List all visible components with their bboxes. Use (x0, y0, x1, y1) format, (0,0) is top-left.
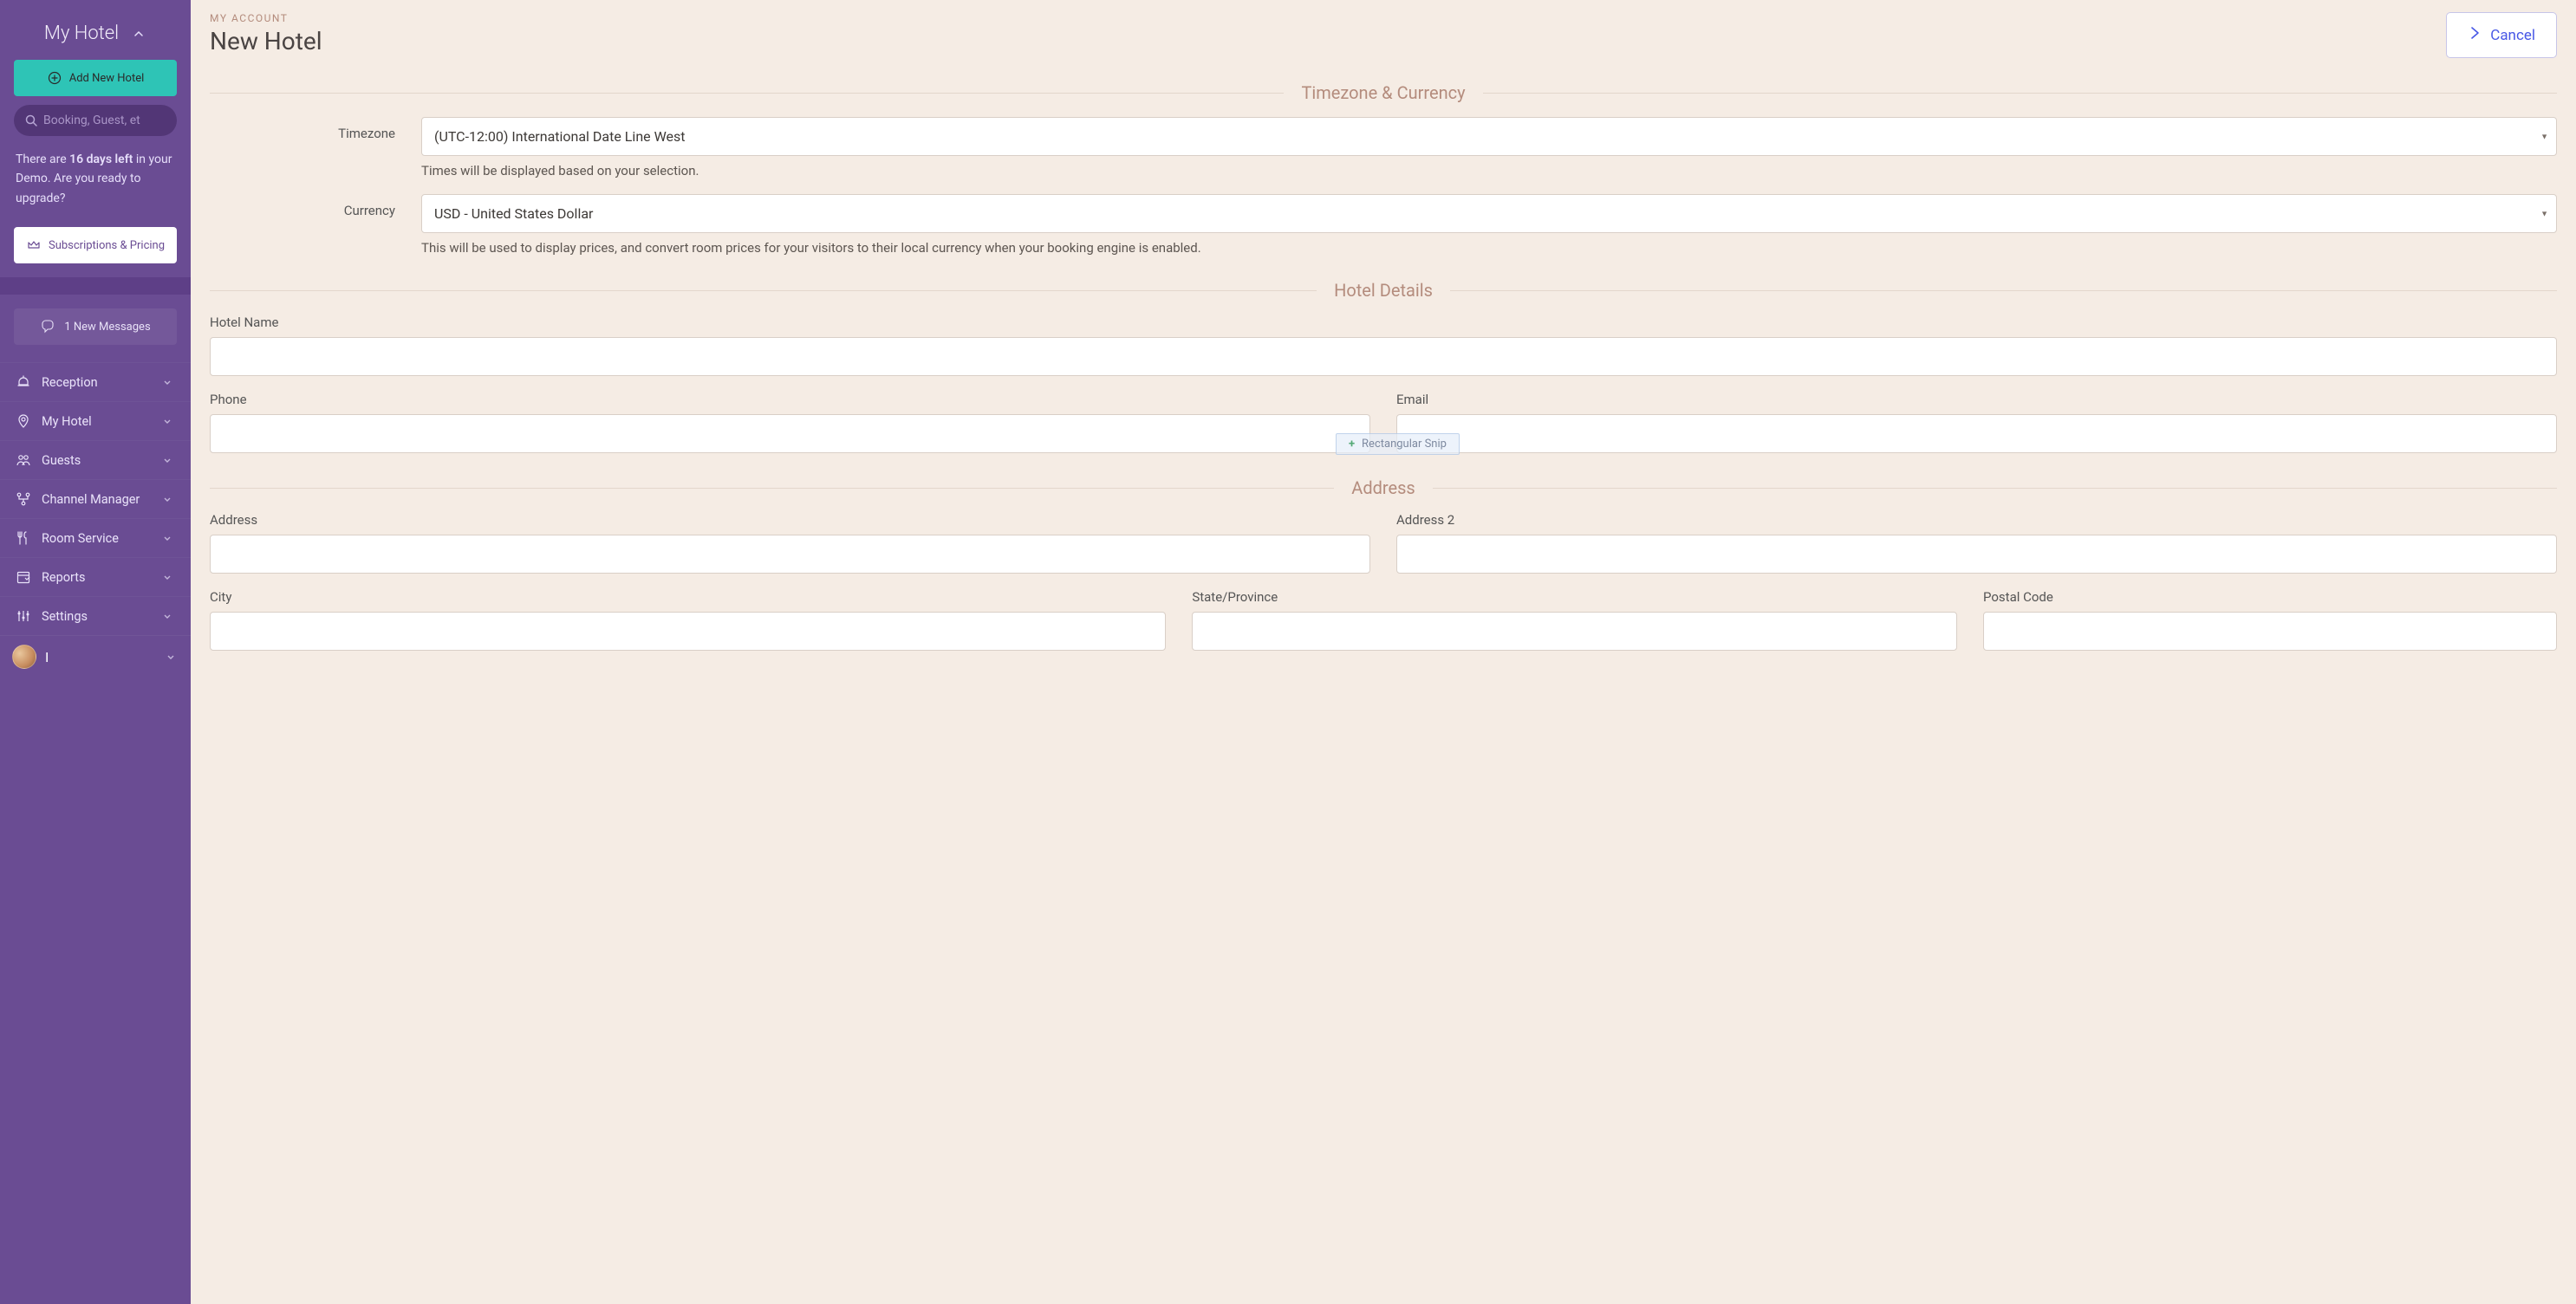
nav-list: Reception My Hotel Guests Channel Manage… (0, 362, 191, 635)
section-heading-hotel-details: Hotel Details (210, 280, 2557, 301)
pin-icon (16, 413, 31, 429)
sidebar: My Hotel Add New Hotel There are 16 days… (0, 0, 191, 1304)
snip-label: Rectangular Snip (1362, 438, 1447, 451)
search-icon (24, 113, 38, 128)
email-input[interactable] (1396, 414, 2557, 453)
section-heading-address: Address (210, 477, 2557, 498)
address2-input[interactable] (1396, 535, 2557, 574)
sidebar-item-room-service[interactable]: Room Service (0, 518, 191, 557)
demo-notice: There are 16 days left in your Demo. Are… (0, 139, 191, 224)
address2-label: Address 2 (1396, 512, 2557, 528)
nav-label: Room Service (42, 531, 119, 546)
chat-icon (40, 319, 55, 334)
chevron-down-icon (159, 452, 175, 468)
chevron-down-icon (159, 530, 175, 546)
user-initial: I (45, 649, 49, 665)
crown-icon (26, 237, 42, 253)
nav-label: Reports (42, 570, 86, 585)
nav-label: Reception (42, 375, 98, 390)
city-input[interactable] (210, 612, 1166, 651)
sidebar-item-guests[interactable]: Guests (0, 440, 191, 479)
postal-input[interactable] (1983, 612, 2557, 651)
address-label: Address (210, 512, 1370, 528)
branch-icon (16, 491, 31, 507)
add-hotel-button[interactable]: Add New Hotel (14, 60, 177, 96)
subscriptions-pricing-button[interactable]: Subscriptions & Pricing (14, 227, 177, 263)
address-input[interactable] (210, 535, 1370, 574)
cancel-button[interactable]: Cancel (2446, 12, 2557, 58)
section-heading-timezone-currency: Timezone & Currency (210, 82, 2557, 103)
sidebar-item-reception[interactable]: Reception (0, 362, 191, 401)
bell-icon (16, 374, 31, 390)
subscriptions-pricing-label: Subscriptions & Pricing (49, 239, 165, 252)
email-label: Email (1396, 392, 2557, 407)
people-icon (16, 452, 31, 468)
main-content: MY ACCOUNT New Hotel Cancel Timezone & C… (191, 0, 2576, 1304)
timezone-label: Timezone (210, 117, 395, 141)
nav-label: Settings (42, 609, 88, 624)
sidebar-divider (0, 277, 191, 295)
sidebar-item-reports[interactable]: Reports (0, 557, 191, 596)
currency-select[interactable]: USD - United States Dollar (421, 194, 2557, 233)
sidebar-item-my-hotel[interactable]: My Hotel (0, 401, 191, 440)
user-menu[interactable]: I (0, 635, 191, 678)
cancel-label: Cancel (2490, 27, 2535, 44)
postal-label: Postal Code (1983, 589, 2557, 605)
hotel-name-label: Hotel Name (210, 315, 2557, 330)
cutlery-icon (16, 530, 31, 546)
avatar (12, 645, 36, 669)
hotel-switcher[interactable]: My Hotel (14, 16, 177, 60)
nav-label: My Hotel (42, 414, 92, 429)
state-input[interactable] (1192, 612, 1957, 651)
sliders-icon (16, 608, 31, 624)
hotel-switcher-label: My Hotel (44, 23, 119, 44)
chevron-up-icon (131, 26, 146, 42)
add-hotel-label: Add New Hotel (69, 72, 145, 85)
page-title: New Hotel (210, 27, 322, 55)
chevron-down-icon (159, 491, 175, 507)
demo-days-left: 16 days left (69, 152, 133, 166)
chevron-down-icon (159, 413, 175, 429)
state-label: State/Province (1192, 589, 1957, 605)
currency-help: This will be used to display prices, and… (421, 240, 2557, 256)
chevron-down-icon (159, 608, 175, 624)
chevron-down-icon (159, 374, 175, 390)
plus-icon: + (1349, 438, 1355, 451)
search-wrap (14, 105, 177, 136)
timezone-help: Times will be displayed based on your se… (421, 163, 2557, 178)
city-label: City (210, 589, 1166, 605)
nav-label: Guests (42, 453, 81, 468)
demo-text-before: There are (16, 152, 69, 166)
nav-label: Channel Manager (42, 492, 140, 507)
currency-label: Currency (210, 194, 395, 218)
calendar-report-icon (16, 569, 31, 585)
timezone-select[interactable]: (UTC-12:00) International Date Line West (421, 117, 2557, 156)
messages-button[interactable]: 1 New Messages (14, 308, 177, 345)
messages-label: 1 New Messages (64, 321, 150, 334)
hotel-name-input[interactable] (210, 337, 2557, 376)
snip-tool-overlay: + Rectangular Snip (1336, 433, 1460, 455)
plus-circle-icon (47, 70, 62, 86)
chevron-down-icon (159, 569, 175, 585)
sidebar-item-settings[interactable]: Settings (0, 596, 191, 635)
phone-label: Phone (210, 392, 1370, 407)
breadcrumb: MY ACCOUNT (210, 12, 322, 24)
chevron-right-icon (2468, 25, 2482, 45)
chevron-down-icon (163, 649, 179, 665)
phone-input[interactable] (210, 414, 1370, 453)
sidebar-item-channel-manager[interactable]: Channel Manager (0, 479, 191, 518)
search-input[interactable] (43, 114, 166, 127)
